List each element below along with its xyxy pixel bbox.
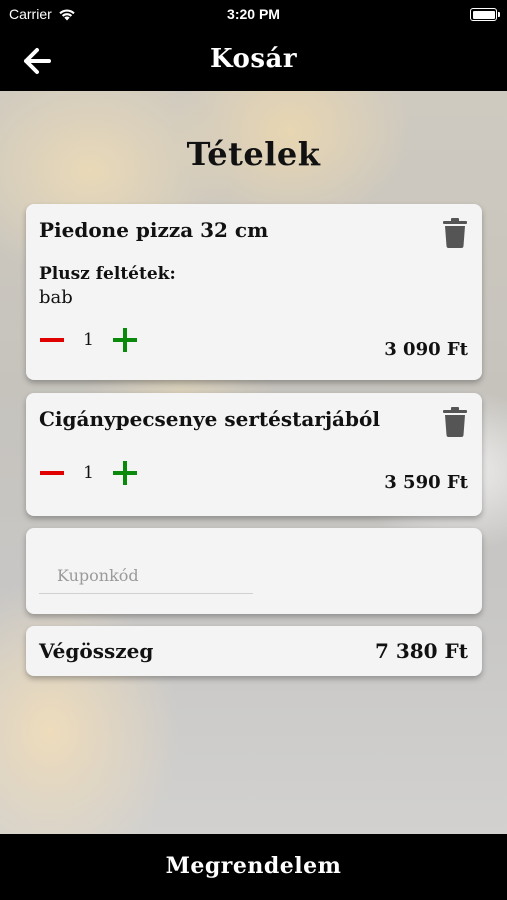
minus-icon[interactable]: [39, 327, 65, 353]
item-name: Cigánypecsenye sertéstarjából: [39, 407, 380, 431]
plus-icon[interactable]: [112, 327, 138, 353]
coupon-input[interactable]: [39, 558, 253, 594]
extras-value: bab: [39, 287, 73, 308]
battery-icon: [470, 8, 500, 21]
cart-item-card: Cigánypecsenye sertéstarjából 1 3 590 Ft: [26, 393, 482, 516]
page-title: Kosár: [209, 44, 298, 74]
trash-icon[interactable]: [442, 407, 468, 437]
order-button-label: Megrendelem: [165, 853, 342, 879]
status-time: 3:20 PM: [227, 6, 280, 22]
total-card: Végösszeg 7 380 Ft: [26, 626, 482, 676]
item-price: 3 590 Ft: [384, 472, 468, 493]
quantity-value: 1: [83, 330, 94, 350]
quantity-stepper: 1: [39, 460, 138, 486]
quantity-value: 1: [83, 463, 94, 483]
item-price: 3 090 Ft: [384, 339, 468, 360]
total-label: Végösszeg: [39, 639, 154, 663]
quantity-stepper: 1: [39, 327, 138, 353]
cart-content: Tételek Piedone pizza 32 cm Plusz feltét…: [0, 91, 507, 834]
section-title: Tételek: [186, 135, 321, 173]
status-bar: Carrier 3:20 PM: [0, 0, 507, 30]
nav-bar: Kosár: [0, 30, 507, 91]
minus-icon[interactable]: [39, 460, 65, 486]
item-name: Piedone pizza 32 cm: [39, 218, 269, 242]
total-value: 7 380 Ft: [374, 639, 468, 663]
cart-item-card: Piedone pizza 32 cm Plusz feltétek: bab …: [26, 204, 482, 380]
extras-label: Plusz feltétek:: [39, 264, 176, 284]
trash-icon[interactable]: [442, 218, 468, 248]
plus-icon[interactable]: [112, 460, 138, 486]
coupon-card: [26, 528, 482, 614]
order-button[interactable]: Megrendelem: [0, 834, 507, 900]
